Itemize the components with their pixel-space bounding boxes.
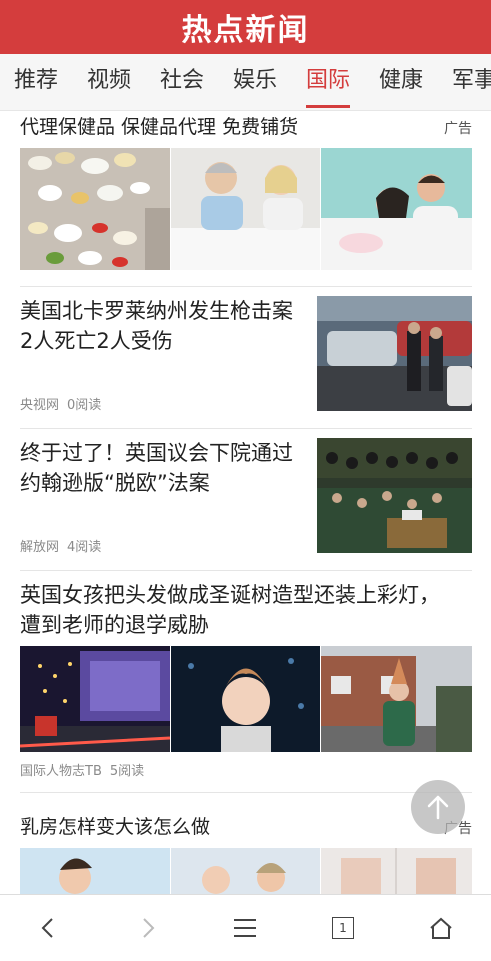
home-icon xyxy=(430,917,452,939)
home-button[interactable] xyxy=(392,895,490,961)
news-image-boy xyxy=(321,646,472,752)
ad-title: 乳房怎样变大该怎么做 xyxy=(20,816,211,838)
feed-divider xyxy=(20,792,472,793)
news-title: 终于过了！英国议会下院通过约翰逊版“脱欧”法案 xyxy=(20,441,293,495)
tab-entertainment[interactable]: 娱乐 xyxy=(233,54,277,110)
news-item[interactable]: 英国女孩把头发做成圣诞树造型还装上彩灯，遭到老师的退学威胁 国际人物志TB 5阅… xyxy=(20,580,472,780)
active-tab-indicator xyxy=(306,105,351,108)
tab-recommend[interactable]: 推荐 xyxy=(14,54,58,110)
chevron-left-icon xyxy=(41,918,53,938)
app-header: 热点新闻 xyxy=(0,0,491,54)
tab-international[interactable]: 国际 xyxy=(306,54,351,110)
ad-image xyxy=(321,848,472,894)
feed-divider xyxy=(20,428,472,429)
ad-card[interactable]: 乳房怎样变大该怎么做 广告 xyxy=(20,810,472,894)
news-title: 美国北卡罗莱纳州发生枪击案 2人死亡2人受伤 xyxy=(20,299,293,353)
ad-card[interactable]: 代理保健品 保健品代理 免费铺货 广告 xyxy=(20,110,472,280)
news-title: 英国女孩把头发做成圣诞树造型还装上彩灯，遭到老师的退学威胁 xyxy=(20,583,440,637)
app-title: 热点新闻 xyxy=(181,13,310,48)
ad-image-pills xyxy=(20,148,170,270)
tabs-button[interactable]: 1 xyxy=(294,895,392,961)
news-item[interactable]: 终于过了！英国议会下院通过约翰逊版“脱欧”法案 解放网 4阅读 xyxy=(20,438,472,564)
tab-society[interactable]: 社会 xyxy=(160,54,204,110)
menu-icon xyxy=(234,919,256,937)
feed-divider xyxy=(20,570,472,571)
chevron-right-icon xyxy=(143,918,155,938)
ad-image-bed xyxy=(321,148,472,270)
news-thumbnail xyxy=(317,296,472,411)
bottom-navigation: 1 xyxy=(0,894,491,961)
tab-military[interactable]: 军事 xyxy=(452,54,491,110)
ad-image xyxy=(20,848,170,894)
news-meta: 国际人物志TB 5阅读 xyxy=(20,760,144,779)
menu-button[interactable] xyxy=(196,895,294,961)
news-reads: 5阅读 xyxy=(109,764,145,779)
tab-health[interactable]: 健康 xyxy=(379,54,423,110)
news-source: 央视网 xyxy=(20,398,60,413)
ad-label: 广告 xyxy=(444,121,472,137)
news-image-girl xyxy=(171,646,320,752)
back-button[interactable] xyxy=(0,895,98,961)
tabs-count-icon: 1 xyxy=(332,917,354,939)
ad-image xyxy=(171,848,320,894)
news-meta: 解放网 4阅读 xyxy=(20,536,101,555)
ad-image-couple xyxy=(171,148,320,270)
tab-video[interactable]: 视频 xyxy=(87,54,131,110)
news-image-street xyxy=(20,646,170,752)
forward-button[interactable] xyxy=(98,895,196,961)
news-source: 解放网 xyxy=(20,540,60,555)
arrow-up-icon xyxy=(427,795,449,820)
news-meta: 央视网 0阅读 xyxy=(20,394,101,413)
ad-title: 代理保健品 保健品代理 免费铺货 xyxy=(20,116,299,138)
news-reads: 0阅读 xyxy=(67,398,102,413)
news-feed[interactable]: 代理保健品 保健品代理 免费铺货 广告 美国北卡罗莱纳州发生枪击案 2人死亡2人… xyxy=(0,110,491,894)
category-tabbar: 推荐 视频 社会 娱乐 国际 健康 军事 xyxy=(0,54,491,111)
news-reads: 4阅读 xyxy=(67,540,102,555)
news-item[interactable]: 美国北卡罗莱纳州发生枪击案 2人死亡2人受伤 央视网 0阅读 xyxy=(20,296,472,422)
feed-divider xyxy=(20,286,472,287)
news-thumbnail xyxy=(317,438,472,553)
news-source: 国际人物志TB xyxy=(20,764,102,779)
tabs-count: 1 xyxy=(339,921,347,935)
scroll-to-top-button[interactable] xyxy=(411,780,465,834)
